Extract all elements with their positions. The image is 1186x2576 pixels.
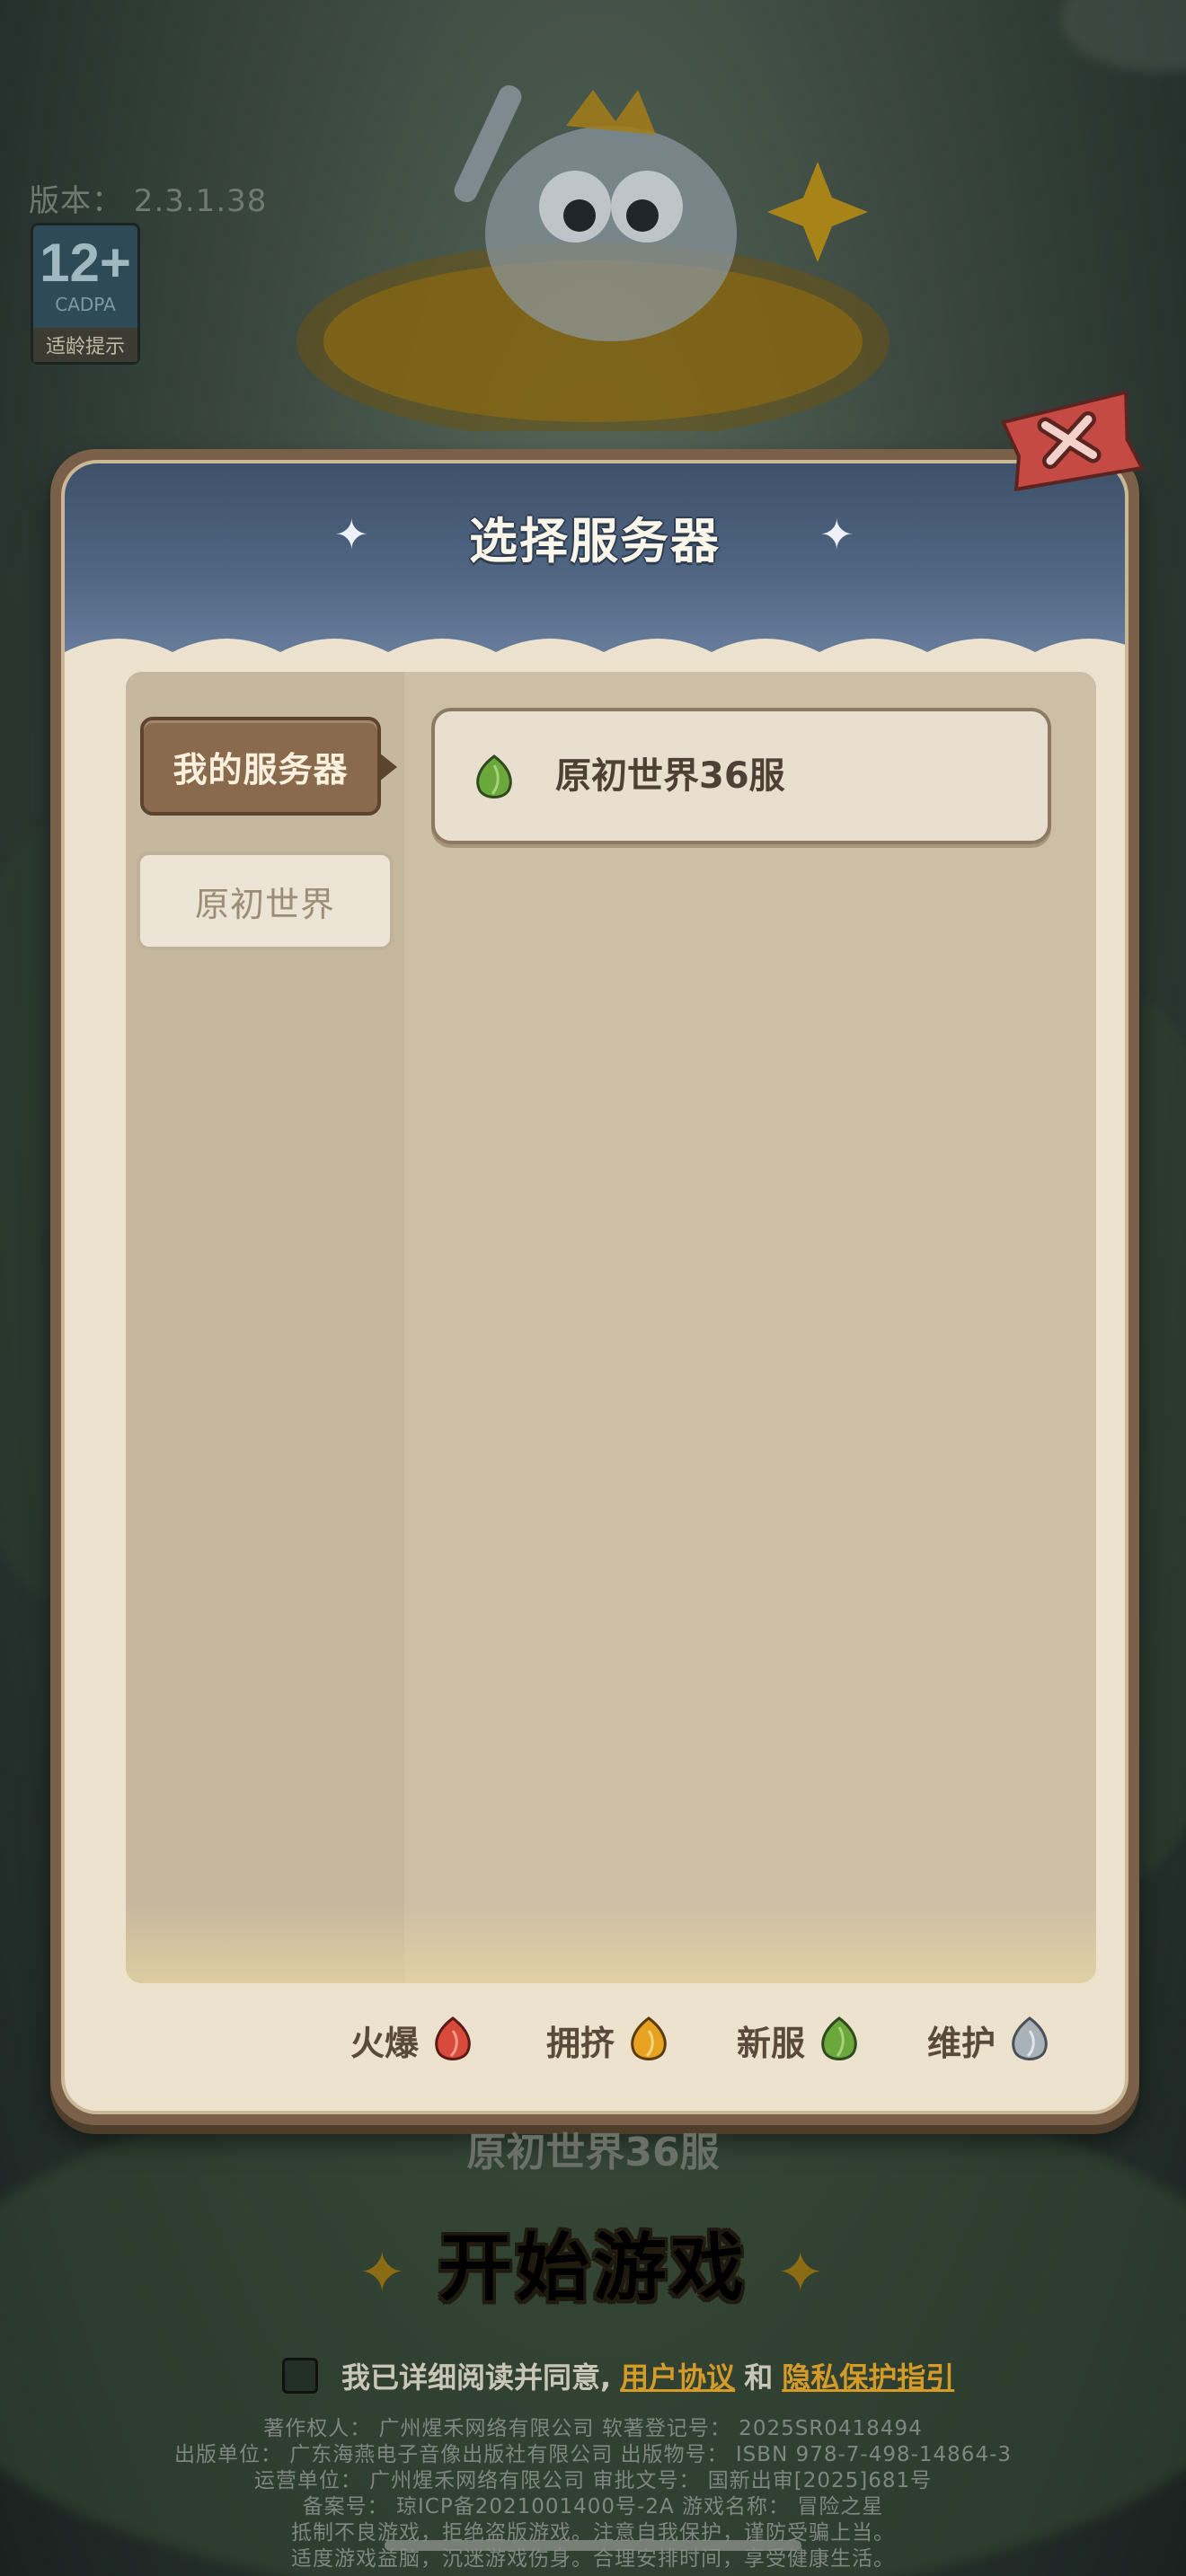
game-login-screen: 版本： 2.3.1.38 12+ CADPA 适龄提示 ✦ ✦ 选择服务器 我的…	[0, 0, 1186, 2576]
legend-maintenance-label: 维护	[927, 2023, 996, 2063]
server-list-item[interactable]: 原初世界36服	[431, 708, 1051, 844]
current-server-label[interactable]: 原初世界36服	[0, 2120, 1186, 2177]
footer-line: 著作权人： 广州煋禾网络有限公司 软著登记号： 2025SR0418494	[263, 2417, 923, 2440]
modal-title: 选择服务器	[469, 513, 721, 569]
age-rating-org: CADPA	[55, 294, 116, 315]
agreement-and: 和	[744, 2360, 774, 2395]
footer-line: 备案号： 琼ICP备2021001400号-2A 游戏名称： 冒险之星	[302, 2495, 884, 2519]
server-name: 原初世界36服	[555, 755, 785, 797]
crowded-flame-icon	[631, 2016, 667, 2060]
legend-new-label: 新服	[737, 2023, 806, 2063]
home-indicator[interactable]	[385, 2540, 801, 2551]
tab-my-servers[interactable]: 我的服务器	[140, 717, 397, 816]
modal-header: ✦ ✦ 选择服务器	[65, 463, 1125, 697]
version-label: 版本： 2.3.1.38	[29, 183, 268, 219]
sparkle-icon: ✦	[776, 2239, 828, 2307]
legend-new: 新服	[737, 2008, 861, 2071]
footer-line: 运营单位： 广州煋禾网络有限公司 审批文号： 国新出审[2025]681号	[253, 2469, 933, 2492]
game-logo-art	[296, 85, 890, 440]
legend-maintenance: 维护	[927, 2008, 1051, 2071]
game-logo	[270, 72, 916, 440]
start-game-button[interactable]: ✦ 开始游戏 ✦	[0, 2208, 1186, 2315]
modal-body: ✦ ✦ 选择服务器 我的服务器 原初世界 原初世界36服 火爆 拥挤 新服 维护	[61, 460, 1128, 2114]
legend-crowded-label: 拥挤	[546, 2023, 615, 2063]
tab-origin-world[interactable]: 原初世界	[137, 851, 394, 950]
hot-flame-icon	[435, 2016, 471, 2060]
legend-hot-label: 火爆	[350, 2023, 420, 2063]
legend-crowded: 拥挤	[546, 2008, 670, 2071]
server-select-modal: ✦ ✦ 选择服务器 我的服务器 原初世界 原初世界36服 火爆 拥挤 新服 维护	[50, 449, 1139, 2125]
start-game-label: 开始游戏	[420, 2208, 766, 2315]
agreement-checkbox[interactable]	[282, 2358, 318, 2394]
agreement-row: 我已详细阅读并同意, 用户协议 和 隐私保护指引	[282, 2353, 963, 2398]
legend-hot: 火爆	[350, 2008, 474, 2071]
background-cloud	[1060, 0, 1186, 72]
panel-bottom-glow	[126, 1902, 1096, 1983]
server-category-sidebar: 我的服务器 原初世界	[126, 672, 404, 1983]
age-rating-number: 12+	[40, 233, 131, 293]
privacy-policy-link[interactable]: 隐私保护指引	[782, 2355, 954, 2396]
new-leaf-icon	[821, 2016, 857, 2060]
new-server-leaf-icon	[476, 754, 512, 798]
agreement-prefix: 我已详细阅读并同意,	[341, 2360, 612, 2395]
age-rating-tip: 适龄提示	[33, 328, 137, 362]
maintenance-drop-icon	[1012, 2016, 1048, 2060]
user-agreement-link[interactable]: 用户协议	[620, 2355, 735, 2396]
server-panel: 我的服务器 原初世界 原初世界36服	[126, 672, 1096, 1983]
age-rating-badge: 12+ CADPA 适龄提示	[31, 223, 140, 365]
footer-line: 出版单位： 广东海燕电子音像出版社有限公司 出版物号： ISBN 978-7-4…	[173, 2443, 1013, 2466]
sparkle-icon: ✦	[358, 2239, 410, 2307]
